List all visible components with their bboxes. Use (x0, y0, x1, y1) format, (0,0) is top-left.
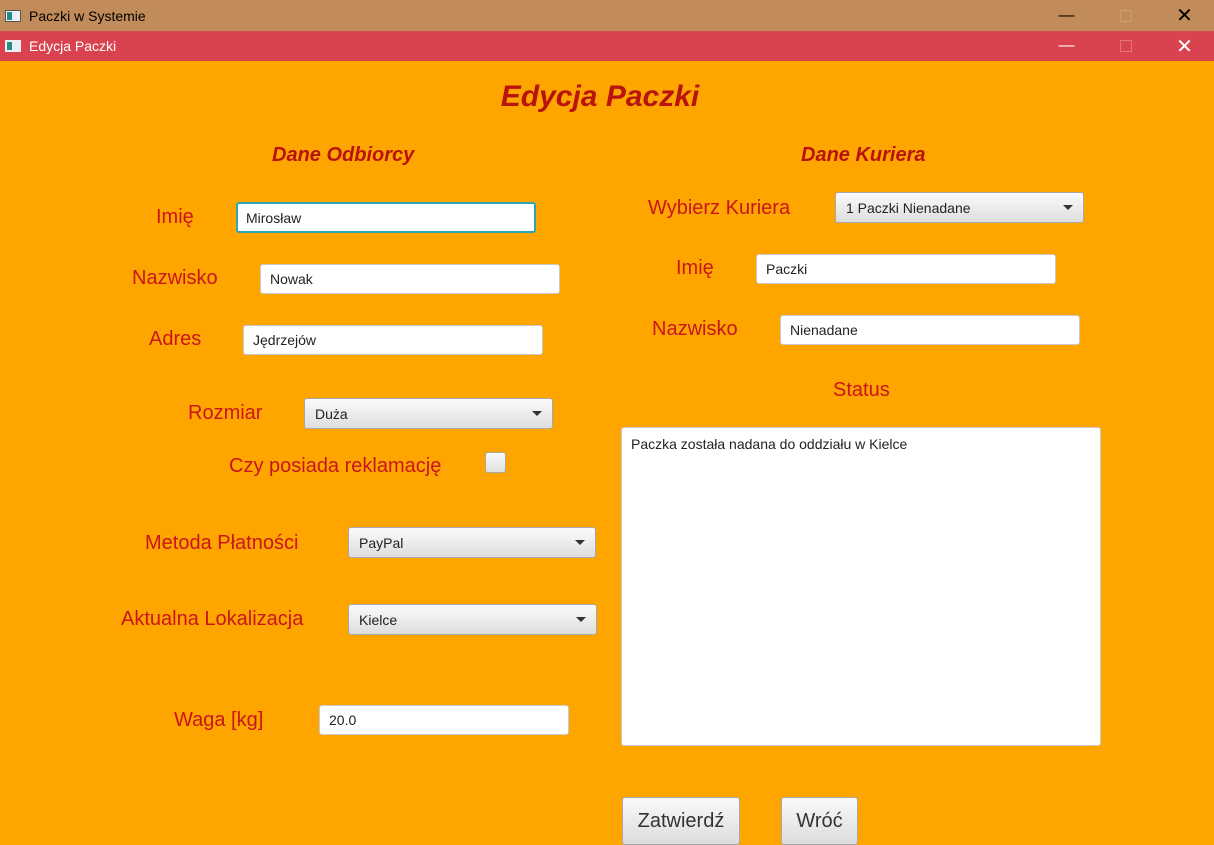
courier-select[interactable]: 1 Paczki Nienadane (835, 192, 1084, 223)
current-location-select[interactable]: Kielce (348, 604, 597, 635)
inner-window-title: Edycja Paczki (29, 38, 117, 54)
inner-minimize-button[interactable]: — (1037, 31, 1096, 61)
current-location-value: Kielce (359, 611, 398, 628)
recipient-section-heading: Dane Odbiorcy (272, 144, 415, 166)
payment-method-label: Metoda Płatności (145, 532, 299, 554)
status-textarea[interactable]: Paczka została nadana do oddziału w Kiel… (621, 427, 1101, 746)
outer-window-titlebar[interactable]: Paczki w Systemie — ✕ (0, 0, 1214, 31)
courier-select-label: Wybierz Kuriera (648, 197, 791, 219)
complaint-label: Czy posiada reklamację (229, 455, 442, 477)
outer-minimize-button[interactable]: — (1037, 1, 1096, 31)
status-label: Status (833, 379, 890, 401)
inner-maximize-button[interactable] (1096, 31, 1155, 61)
app-icon (5, 40, 21, 52)
courier-section-heading: Dane Kuriera (801, 144, 926, 166)
recipient-first-name-label: Imię (156, 206, 194, 228)
chevron-down-icon (532, 411, 542, 416)
chevron-down-icon (1063, 205, 1073, 210)
confirm-button[interactable]: Zatwierdź (622, 797, 740, 845)
courier-last-name-input[interactable]: Nienadane (780, 315, 1080, 345)
size-select[interactable]: Duża (304, 398, 553, 429)
inner-close-button[interactable]: ✕ (1155, 31, 1214, 61)
recipient-last-name-label: Nazwisko (132, 267, 218, 289)
size-select-value: Duża (315, 405, 348, 422)
inner-window-titlebar[interactable]: Edycja Paczki — ✕ (0, 31, 1214, 61)
courier-first-name-label: Imię (676, 257, 714, 279)
maximize-icon (1119, 9, 1132, 22)
page-title: Edycja Paczki (500, 80, 700, 113)
chevron-down-icon (576, 617, 586, 622)
weight-input[interactable]: 20.0 (319, 705, 569, 735)
courier-select-value: 1 Paczki Nienadane (846, 199, 971, 216)
complaint-checkbox[interactable] (485, 452, 506, 473)
maximize-icon (1119, 40, 1132, 52)
app-icon (5, 9, 21, 22)
outer-maximize-button[interactable] (1096, 1, 1155, 31)
recipient-first-name-input[interactable]: Mirosław (236, 202, 536, 233)
payment-method-select[interactable]: PayPal (348, 527, 596, 558)
address-label: Adres (149, 328, 202, 350)
outer-close-button[interactable]: ✕ (1155, 1, 1214, 31)
outer-window-title: Paczki w Systemie (29, 7, 146, 24)
address-input[interactable]: Jędrzejów (243, 325, 543, 355)
size-label: Rozmiar (188, 402, 263, 424)
weight-label: Waga [kg] (174, 709, 264, 731)
payment-method-value: PayPal (359, 534, 404, 551)
courier-first-name-input[interactable]: Paczki (756, 254, 1056, 284)
courier-last-name-label: Nazwisko (652, 318, 738, 340)
current-location-label: Aktualna Lokalizacja (121, 608, 304, 630)
chevron-down-icon (575, 540, 585, 545)
back-button[interactable]: Wróć (781, 797, 858, 845)
recipient-last-name-input[interactable]: Nowak (260, 264, 560, 294)
